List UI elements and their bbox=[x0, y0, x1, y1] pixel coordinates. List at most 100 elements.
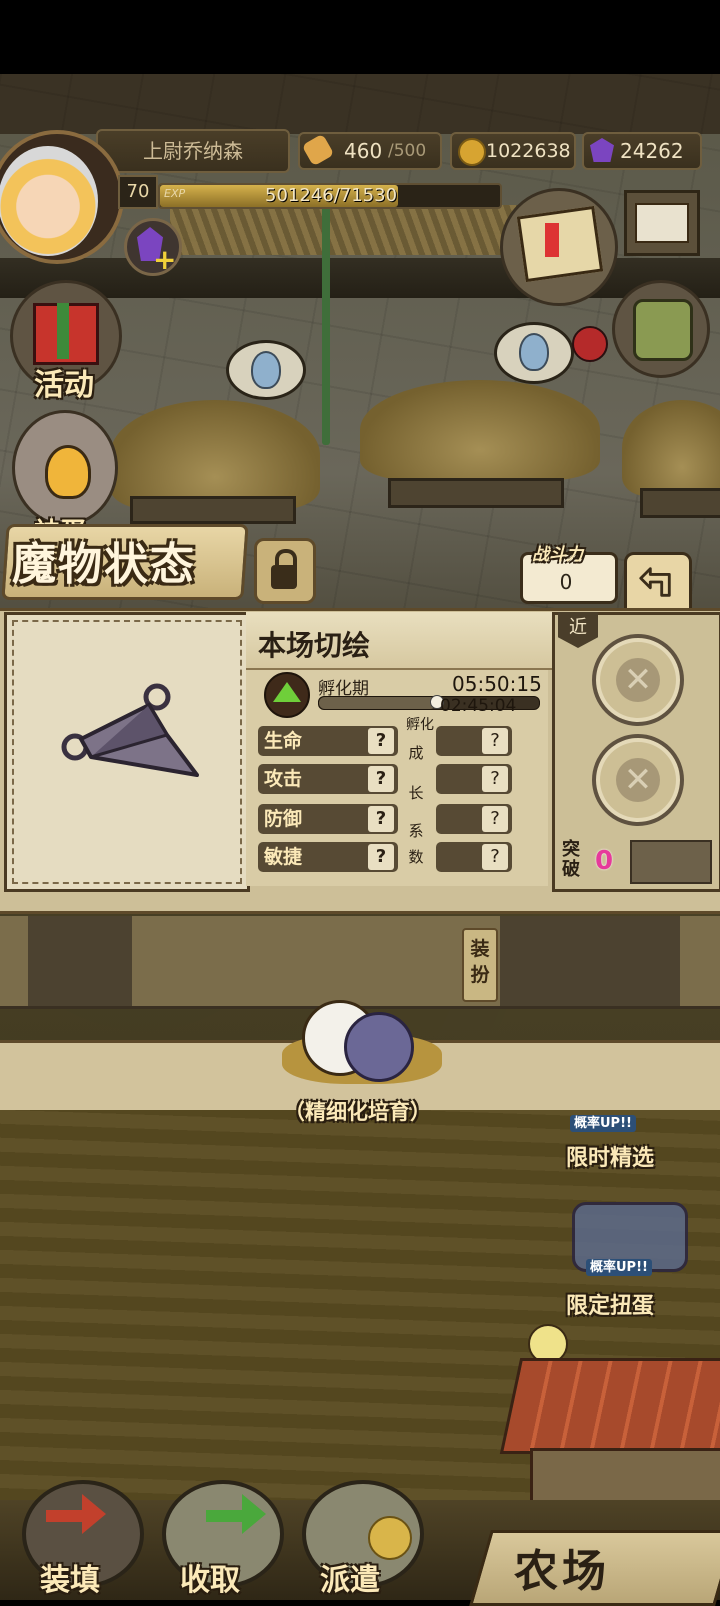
growth-box: ? bbox=[436, 764, 512, 794]
growth-value: ? bbox=[482, 766, 508, 792]
growth-char: 成 bbox=[408, 744, 424, 762]
growth-char: 长 bbox=[408, 784, 424, 802]
egg-bubble-1[interactable] bbox=[226, 340, 306, 400]
hatch-remaining-time: 02:45:04 bbox=[440, 696, 517, 716]
load-label: 装填 bbox=[40, 1563, 100, 1598]
gem-value: 24262 bbox=[620, 139, 684, 163]
growth-stage-icon bbox=[264, 672, 310, 718]
lock-button[interactable] bbox=[254, 538, 316, 604]
nest-shelf-2 bbox=[388, 478, 564, 508]
nest-shelf-1 bbox=[130, 496, 296, 524]
fine-training-label: 精细化培育 bbox=[305, 1100, 410, 1124]
growth-value: ? bbox=[482, 728, 508, 754]
gold-value: 1022638 bbox=[486, 140, 571, 162]
stat-row: 生命? bbox=[258, 726, 398, 756]
empty-x-icon: ✕ bbox=[616, 658, 660, 702]
limited-select-label: 限时精选 bbox=[566, 1146, 655, 1171]
breakthrough-slot[interactable] bbox=[630, 840, 712, 884]
stat-row: 攻击? bbox=[258, 764, 398, 794]
backpack-icon bbox=[633, 299, 693, 361]
stat-value: ? bbox=[368, 844, 394, 870]
growth-char: 系 bbox=[408, 822, 424, 840]
bread-max: /500 bbox=[388, 141, 427, 161]
buy-gems-button[interactable]: + bbox=[124, 218, 182, 276]
nest-shelf-3 bbox=[640, 488, 720, 518]
limited-select-button[interactable]: 限时精选 bbox=[566, 1140, 654, 1172]
growth-box: ? bbox=[436, 804, 512, 834]
page-title: 魔物状态 bbox=[12, 539, 196, 590]
nest-2[interactable] bbox=[360, 380, 600, 480]
quest-scroll-button[interactable] bbox=[500, 188, 618, 306]
growth-value: ? bbox=[482, 844, 508, 870]
hatch-total-time: 05:50:15 bbox=[452, 672, 542, 696]
mail-button[interactable] bbox=[624, 190, 700, 256]
breakthrough-label: 突破 bbox=[562, 839, 580, 880]
nest-1[interactable] bbox=[110, 400, 320, 510]
growth-box: ? bbox=[436, 726, 512, 756]
egg-gacha-button[interactable] bbox=[12, 410, 118, 526]
fine-training-button[interactable]: （精细化培育） bbox=[284, 1096, 431, 1126]
exp-label: EXP bbox=[164, 187, 186, 200]
monster-portrait-card bbox=[4, 612, 250, 892]
limited-gacha-button[interactable]: 限定扭蛋 bbox=[566, 1288, 654, 1320]
growth-header: 孵化 bbox=[406, 717, 434, 733]
golden-egg-icon bbox=[45, 445, 91, 499]
limited-gacha-label: 限定扭蛋 bbox=[566, 1294, 655, 1319]
player-level: 70 bbox=[118, 175, 158, 209]
dress-up-button[interactable]: 装扮 bbox=[462, 928, 498, 1002]
equip-slot-1[interactable]: ✕ bbox=[592, 634, 684, 726]
up-badge-text: 概率UP!! bbox=[570, 1115, 636, 1132]
stat-row: 防御? bbox=[258, 804, 398, 834]
coin-stack-icon bbox=[368, 1516, 412, 1560]
egg-icon bbox=[519, 333, 549, 371]
bread-icon bbox=[301, 133, 335, 167]
back-arrow-icon bbox=[639, 567, 671, 597]
vine-rope bbox=[322, 205, 330, 445]
egg-icon bbox=[251, 351, 281, 389]
lock-body bbox=[271, 565, 297, 589]
training-monsters[interactable] bbox=[282, 990, 442, 1090]
backpack-button[interactable] bbox=[612, 280, 710, 378]
combat-power-label: 战斗力 bbox=[532, 545, 583, 565]
shelf-segment bbox=[500, 916, 680, 1006]
equip-slot-2[interactable]: ✕ bbox=[592, 734, 684, 826]
growth-char: 数 bbox=[408, 848, 424, 866]
stat-row: 敏捷? bbox=[258, 842, 398, 872]
status-bar bbox=[0, 0, 720, 74]
kunai-monster-icon bbox=[61, 683, 199, 777]
growth-box: ? bbox=[436, 842, 512, 872]
shelf-segment bbox=[28, 916, 132, 1006]
stat-label: 敏捷 bbox=[264, 846, 303, 868]
stat-label: 生命 bbox=[264, 730, 303, 752]
stat-value: ? bbox=[368, 806, 394, 832]
gold-counter[interactable]: 1022638 bbox=[450, 132, 576, 170]
alert-icon bbox=[545, 223, 559, 257]
stat-value: ? bbox=[368, 766, 394, 792]
bread-counter[interactable]: 460 /500 bbox=[298, 132, 442, 170]
growth-value: ? bbox=[482, 806, 508, 832]
up-badge-text: 概率UP!! bbox=[586, 1259, 652, 1276]
gem-counter[interactable]: 24262 bbox=[582, 132, 702, 170]
gold-coin-icon bbox=[458, 138, 486, 166]
red-arrow-icon bbox=[46, 1494, 106, 1534]
stat-label: 攻击 bbox=[264, 768, 303, 790]
dress-up-label: 装扮 bbox=[470, 938, 490, 986]
monster-name: 本场切绘 bbox=[258, 629, 371, 662]
stat-value: ? bbox=[368, 728, 394, 754]
egg-bubble-2[interactable] bbox=[494, 322, 574, 384]
gem-icon bbox=[590, 138, 614, 162]
up-badge: 概率UP!! bbox=[586, 1256, 652, 1276]
combat-power-value: 0 bbox=[559, 570, 573, 594]
exp-bar: EXP 501246/71530 bbox=[158, 183, 502, 209]
stat-label: 防御 bbox=[264, 808, 303, 830]
bread-value: 460 bbox=[344, 139, 383, 163]
farm-label: 农场 bbox=[514, 1546, 610, 1597]
up-arrow-icon bbox=[273, 682, 301, 702]
green-arrow-icon bbox=[206, 1494, 266, 1534]
straw-bundle bbox=[170, 205, 520, 255]
empty-x-icon: ✕ bbox=[616, 758, 660, 802]
plus-icon: + bbox=[153, 243, 177, 276]
avatar-face bbox=[0, 146, 98, 256]
exp-value: 501246/71530 bbox=[265, 185, 398, 206]
collect-label: 收取 bbox=[180, 1563, 240, 1598]
